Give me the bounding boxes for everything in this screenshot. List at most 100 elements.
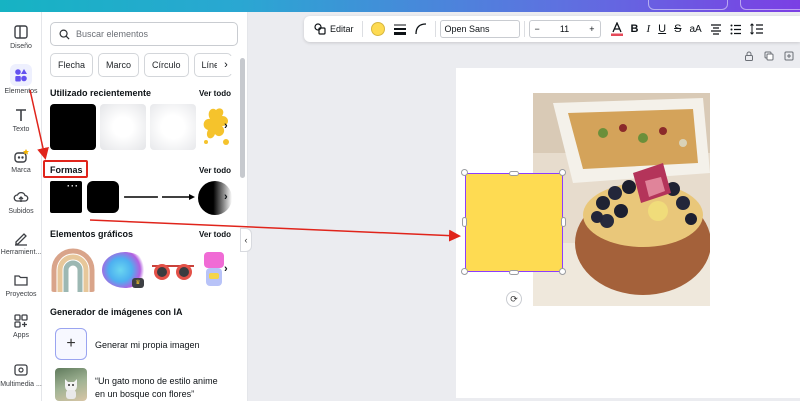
add-page-icon[interactable]: [784, 51, 794, 61]
lock-icon[interactable]: [744, 51, 754, 61]
recent-thumb-blur-soft[interactable]: [150, 104, 196, 150]
shape-arrow-line[interactable]: [162, 192, 196, 202]
resize-handle[interactable]: [461, 169, 468, 176]
resize-handle[interactable]: [462, 217, 467, 227]
search-input[interactable]: [76, 29, 226, 39]
header-button[interactable]: [648, 0, 728, 10]
collapse-panel-button[interactable]: ‹: [240, 228, 252, 252]
italic-icon[interactable]: I: [642, 19, 654, 39]
add-icon[interactable]: +: [55, 328, 87, 360]
color-swatch: [370, 22, 385, 36]
generate-image-link[interactable]: Generar mi propia imagen: [95, 340, 200, 350]
corner-radius-icon: [414, 23, 426, 35]
rail-label: Herramient...: [0, 249, 42, 256]
see-all-link[interactable]: Ver todo: [199, 230, 231, 239]
rail-item-apps[interactable]: Apps: [0, 313, 42, 339]
more-options-icon[interactable]: ···: [67, 181, 79, 191]
font-size-stepper[interactable]: − 11 +: [528, 20, 601, 38]
rail-item-text[interactable]: Texto: [0, 107, 42, 133]
section-title-recent: Utilizado recientemente: [50, 88, 152, 98]
search-box[interactable]: [50, 22, 238, 46]
rail-item-brand[interactable]: Marca: [0, 148, 42, 174]
resize-handle[interactable]: [509, 171, 519, 176]
panel-scrollbar[interactable]: [240, 58, 245, 178]
apps-grid-icon: [14, 314, 28, 328]
resize-handle[interactable]: [461, 268, 468, 275]
side-rail: Diseño Elementos Texto Marca Subidos Her…: [0, 12, 42, 401]
crown-premium-icon: ♛: [132, 278, 144, 288]
section-title-ai: Generador de imágenes con IA: [50, 307, 183, 317]
resize-handle[interactable]: [559, 268, 566, 275]
media-icon: [14, 364, 28, 376]
rail-label: Proyectos: [5, 291, 37, 298]
chevron-right-icon[interactable]: ›: [217, 56, 235, 74]
edit-button[interactable]: Editar: [310, 19, 358, 39]
recent-thumb-blur-rect[interactable]: [100, 104, 146, 150]
graphic-rainbow[interactable]: [50, 248, 96, 292]
rotate-icon[interactable]: ⟳: [506, 291, 522, 307]
shape-rounded-square[interactable]: [87, 181, 119, 213]
corner-rounding-button[interactable]: [411, 19, 431, 39]
bold-icon[interactable]: B: [627, 19, 643, 39]
recent-thumb-black-square[interactable]: [50, 104, 96, 150]
text-align-icon[interactable]: [706, 19, 726, 39]
edit-label: Editar: [330, 24, 354, 34]
text-color-icon: [610, 22, 623, 36]
filter-chips: Flecha Marco Círculo Línea: [50, 53, 233, 77]
cat-icon: [65, 379, 77, 399]
chip-arrow[interactable]: Flecha: [50, 53, 94, 77]
search-icon: [59, 29, 70, 40]
underline-icon[interactable]: U: [654, 19, 670, 39]
layout-icon: [14, 25, 28, 39]
font-family-select[interactable]: Open Sans: [439, 20, 520, 38]
toolbar-divider: [434, 21, 436, 37]
chevron-right-icon[interactable]: ›: [224, 120, 238, 134]
graphic-watercolor[interactable]: ♛: [102, 252, 148, 288]
draw-tool-icon: [15, 233, 27, 246]
chip-frame[interactable]: Marco: [98, 53, 140, 77]
rail-item-tools[interactable]: Herramient...: [0, 230, 42, 256]
shapes-icon: [15, 69, 27, 82]
see-all-link[interactable]: Ver todo: [199, 89, 231, 98]
rail-item-elements[interactable]: Elementos: [0, 64, 42, 95]
rail-item-uploads[interactable]: Subidos: [0, 189, 42, 215]
rail-label: Marca: [11, 167, 31, 174]
text-icon: [16, 109, 26, 121]
yellow-square-shape[interactable]: [465, 173, 563, 272]
graphic-sunglasses[interactable]: [150, 260, 196, 282]
ai-prompt-text[interactable]: “Un gato mono de estilo anime en un bosq…: [95, 375, 218, 401]
rail-item-projects[interactable]: Proyectos: [0, 272, 42, 298]
text-color-button[interactable]: [607, 19, 627, 39]
shape-line[interactable]: [124, 194, 158, 200]
folder-icon: [14, 275, 28, 286]
border-style-icon: [393, 24, 406, 35]
see-all-link[interactable]: Ver todo: [199, 166, 231, 175]
chevron-right-icon[interactable]: ›: [224, 263, 238, 277]
plus-icon[interactable]: +: [589, 24, 594, 34]
resize-handle[interactable]: [561, 217, 566, 227]
rail-item-design[interactable]: Diseño: [0, 24, 42, 50]
rail-label: Multimedia ...: [0, 381, 42, 388]
strikethrough-icon[interactable]: S: [670, 19, 685, 39]
chevron-right-icon[interactable]: ›: [224, 191, 238, 205]
chip-circle[interactable]: Círculo: [144, 53, 189, 77]
rail-item-media[interactable]: Multimedia ...: [0, 362, 42, 388]
font-size-value[interactable]: 11: [560, 24, 569, 34]
rail-label: Elementos: [4, 88, 38, 95]
border-style-button[interactable]: [389, 19, 411, 39]
rail-label: Apps: [13, 332, 29, 339]
ai-sample-thumb[interactable]: [55, 368, 87, 401]
resize-handle[interactable]: [509, 270, 519, 275]
bullet-list-icon[interactable]: [726, 19, 746, 39]
elements-panel: Flecha Marco Círculo Línea › Utilizado r…: [42, 12, 248, 401]
letter-case-button[interactable]: aA: [685, 19, 705, 39]
toolbar-divider: [523, 21, 525, 37]
fill-color-button[interactable]: [367, 19, 389, 39]
line-spacing-icon[interactable]: [746, 19, 767, 39]
header-button[interactable]: [740, 0, 800, 10]
annotation-highlight-box: [43, 160, 88, 178]
resize-handle[interactable]: [559, 169, 566, 176]
shape-square[interactable]: ···: [50, 181, 82, 213]
minus-icon[interactable]: −: [535, 24, 540, 34]
duplicate-icon[interactable]: [764, 51, 774, 61]
